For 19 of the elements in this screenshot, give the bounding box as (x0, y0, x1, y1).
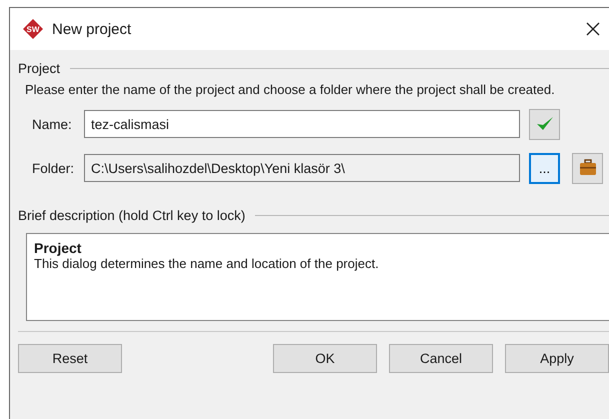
instructions-text: Please enter the name of the project and choose a folder where the project shall be created. (25, 81, 556, 99)
app-logo-icon: SW (22, 18, 44, 40)
name-label: Name: (32, 116, 73, 132)
browse-button[interactable]: ... (529, 152, 560, 184)
window-title: New project (52, 20, 132, 38)
dialog-button[interactable]: Apply (505, 344, 609, 373)
reset-button[interactable]: Reset (18, 344, 122, 373)
open-folder-button[interactable] (572, 152, 603, 184)
group-label: Brief description (hold Ctrl key to lock) (18, 208, 246, 222)
dialog-button[interactable]: Cancel (389, 344, 493, 373)
briefcase-icon (578, 158, 598, 178)
close-icon[interactable] (586, 22, 600, 36)
name-field[interactable]: tez-calismasi (84, 110, 520, 138)
description-text: This dialog determines the name and location of the project. (34, 256, 380, 271)
description-heading: Project (34, 240, 82, 256)
folder-label: Folder: (32, 160, 76, 176)
group-label: Project (18, 60, 60, 76)
folder-field[interactable]: C:\Users\salihozdel\Desktop\Yeni klasör 3\ (84, 154, 520, 182)
dialog-button[interactable]: OK (273, 344, 377, 373)
